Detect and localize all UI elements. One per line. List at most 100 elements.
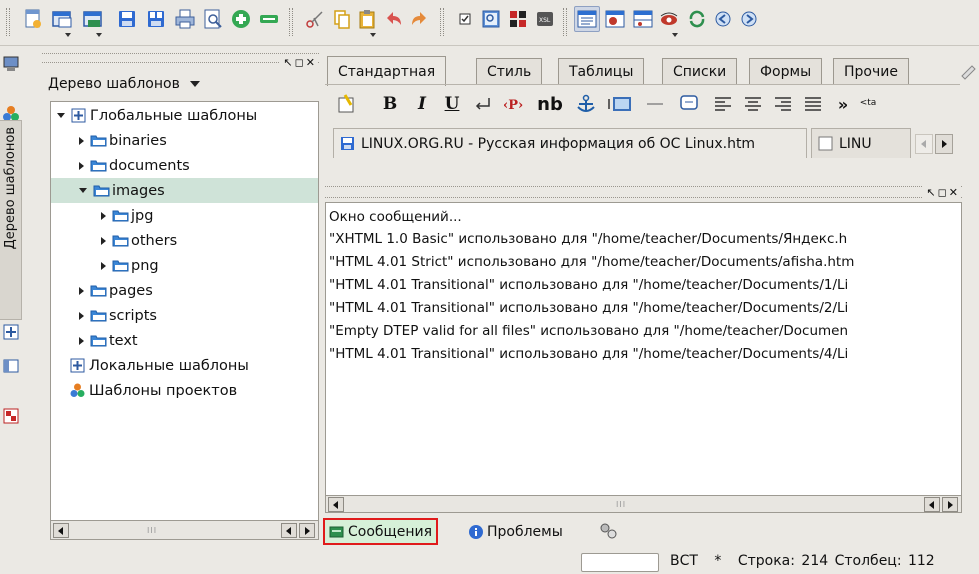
quickstart-icon[interactable] bbox=[335, 91, 359, 117]
vpl-view-icon[interactable] bbox=[602, 6, 628, 32]
scrollbar-grip[interactable]: III bbox=[616, 500, 626, 509]
expand-arrow-icon[interactable] bbox=[79, 311, 84, 320]
tab-standard[interactable]: Стандартная bbox=[327, 56, 447, 86]
tree-item-folder[interactable]: jpg bbox=[51, 203, 318, 228]
pencil-icon[interactable] bbox=[958, 60, 978, 80]
forward-icon[interactable] bbox=[736, 6, 762, 32]
tree-item-local-templates[interactable]: Локальные шаблоны bbox=[51, 353, 318, 378]
comment-icon[interactable] bbox=[677, 91, 701, 117]
paragraph-icon[interactable]: ‹P› bbox=[501, 91, 531, 117]
new-window-icon[interactable] bbox=[49, 6, 75, 37]
expand-arrow-icon[interactable] bbox=[79, 188, 87, 193]
toolbar-grip[interactable] bbox=[6, 8, 10, 36]
document-tab-active[interactable]: LINUX.ORG.RU - Русская информация об ОС … bbox=[333, 128, 807, 158]
toolbar-overflow-button[interactable]: » bbox=[833, 91, 853, 117]
insert-mode-indicator[interactable]: ВСТ bbox=[670, 553, 698, 569]
expand-arrow-icon[interactable] bbox=[101, 261, 106, 270]
tab-other[interactable]: Прочие bbox=[833, 58, 909, 84]
structure-icon[interactable] bbox=[2, 357, 20, 375]
tree-item-global-templates[interactable]: Глобальные шаблоны bbox=[51, 103, 318, 128]
template-tree-tab-icon[interactable] bbox=[2, 323, 20, 341]
expand-arrow-icon[interactable] bbox=[79, 161, 84, 170]
tabs-scroll-left-button[interactable] bbox=[915, 134, 933, 154]
panel-drag-handle[interactable]: ↖◻✕ bbox=[325, 186, 962, 199]
scroll-right-button[interactable] bbox=[299, 523, 315, 538]
expand-arrow-icon[interactable] bbox=[101, 236, 106, 245]
anchor-icon[interactable] bbox=[573, 91, 599, 117]
computer-icon[interactable] bbox=[2, 55, 20, 73]
expand-arrow-icon[interactable] bbox=[101, 211, 106, 220]
tree-item-folder[interactable]: documents bbox=[51, 153, 318, 178]
paste-icon[interactable] bbox=[354, 6, 380, 37]
scrollbar-grip[interactable]: III bbox=[147, 526, 157, 535]
bold-button[interactable]: B bbox=[379, 91, 401, 117]
new-file-icon[interactable] bbox=[20, 6, 46, 32]
reload-icon[interactable] bbox=[684, 6, 710, 32]
align-left-icon[interactable] bbox=[711, 91, 735, 117]
tree-item-folder[interactable]: text bbox=[51, 328, 318, 353]
align-justify-icon[interactable] bbox=[801, 91, 825, 117]
messages-horizontal-scrollbar[interactable]: III bbox=[325, 495, 962, 513]
tree-item-folder-selected[interactable]: images bbox=[51, 178, 318, 203]
tree-item-folder[interactable]: scripts bbox=[51, 303, 318, 328]
nbsp-button[interactable]: nb bbox=[535, 91, 565, 117]
add-icon[interactable] bbox=[228, 6, 254, 32]
debugger-icon[interactable] bbox=[599, 521, 619, 541]
tab-messages[interactable]: Сообщения bbox=[323, 518, 439, 545]
undo-icon[interactable] bbox=[381, 6, 407, 32]
horizontal-rule-icon[interactable] bbox=[643, 91, 667, 117]
save-all-icon[interactable] bbox=[143, 6, 169, 32]
tree-item-folder[interactable]: binaries bbox=[51, 128, 318, 153]
document-tab[interactable]: LINU bbox=[811, 128, 911, 158]
image-view-icon[interactable] bbox=[478, 6, 504, 32]
xsl-icon[interactable]: XSL bbox=[532, 6, 558, 32]
tab-forms[interactable]: Формы bbox=[749, 58, 823, 84]
align-center-icon[interactable] bbox=[741, 91, 765, 117]
line-break-icon[interactable] bbox=[471, 91, 495, 117]
scroll-left-button[interactable] bbox=[53, 523, 69, 538]
source-view-icon[interactable] bbox=[574, 6, 600, 32]
print-icon[interactable] bbox=[172, 6, 198, 32]
toolbar-grip[interactable] bbox=[563, 8, 567, 36]
redo-icon[interactable] bbox=[406, 6, 432, 32]
tree-item-folder[interactable]: others bbox=[51, 228, 318, 253]
split-view-icon[interactable] bbox=[630, 6, 656, 32]
plugin-icon[interactable] bbox=[505, 6, 531, 32]
tree-item-folder[interactable]: png bbox=[51, 253, 318, 278]
expand-arrow-icon[interactable] bbox=[79, 286, 84, 295]
expand-arrow-icon[interactable] bbox=[79, 336, 84, 345]
tree-horizontal-scrollbar[interactable]: III bbox=[50, 520, 319, 540]
scroll-left-button[interactable] bbox=[281, 523, 297, 538]
tree-panel-selector[interactable]: Дерево шаблонов bbox=[48, 69, 316, 99]
expand-arrow-icon[interactable] bbox=[57, 113, 65, 118]
tab-tables[interactable]: Таблицы bbox=[558, 58, 645, 84]
tab-template-tree[interactable]: Дерево шаблонов bbox=[0, 120, 22, 320]
tab-problems[interactable]: Проблемы bbox=[464, 518, 567, 545]
eye-preview-icon[interactable] bbox=[656, 6, 682, 37]
panel-dock-buttons[interactable]: ↖◻✕ bbox=[280, 56, 317, 69]
back-icon[interactable] bbox=[710, 6, 736, 32]
toolbar-grip[interactable] bbox=[289, 8, 293, 36]
tree-item-folder[interactable]: pages bbox=[51, 278, 318, 303]
panel-drag-handle[interactable]: ↖◻✕ bbox=[42, 53, 319, 69]
tabs-scroll-right-button[interactable] bbox=[935, 134, 953, 154]
tab-lists[interactable]: Списки bbox=[662, 58, 738, 84]
remove-icon[interactable] bbox=[256, 6, 282, 32]
underline-button[interactable]: U bbox=[441, 91, 463, 117]
align-right-icon[interactable] bbox=[771, 91, 795, 117]
toolbar-grip[interactable] bbox=[440, 8, 444, 36]
preview-icon[interactable] bbox=[200, 6, 226, 32]
checkbox-icon[interactable] bbox=[452, 6, 478, 32]
open-icon[interactable] bbox=[80, 6, 106, 37]
tab-style[interactable]: Стиль bbox=[476, 58, 543, 84]
scroll-left-button[interactable] bbox=[924, 497, 940, 512]
copy-icon[interactable] bbox=[329, 6, 355, 32]
panel-dock-buttons[interactable]: ↖◻✕ bbox=[923, 186, 960, 199]
scroll-right-button[interactable] bbox=[942, 497, 958, 512]
cut-icon[interactable] bbox=[302, 6, 328, 32]
expand-arrow-icon[interactable] bbox=[79, 136, 84, 145]
scroll-left-button[interactable] bbox=[328, 497, 344, 512]
insert-image-icon[interactable] bbox=[605, 91, 635, 117]
tree-item-project-templates[interactable]: Шаблоны проектов bbox=[51, 378, 318, 403]
italic-button[interactable]: I bbox=[411, 91, 433, 117]
